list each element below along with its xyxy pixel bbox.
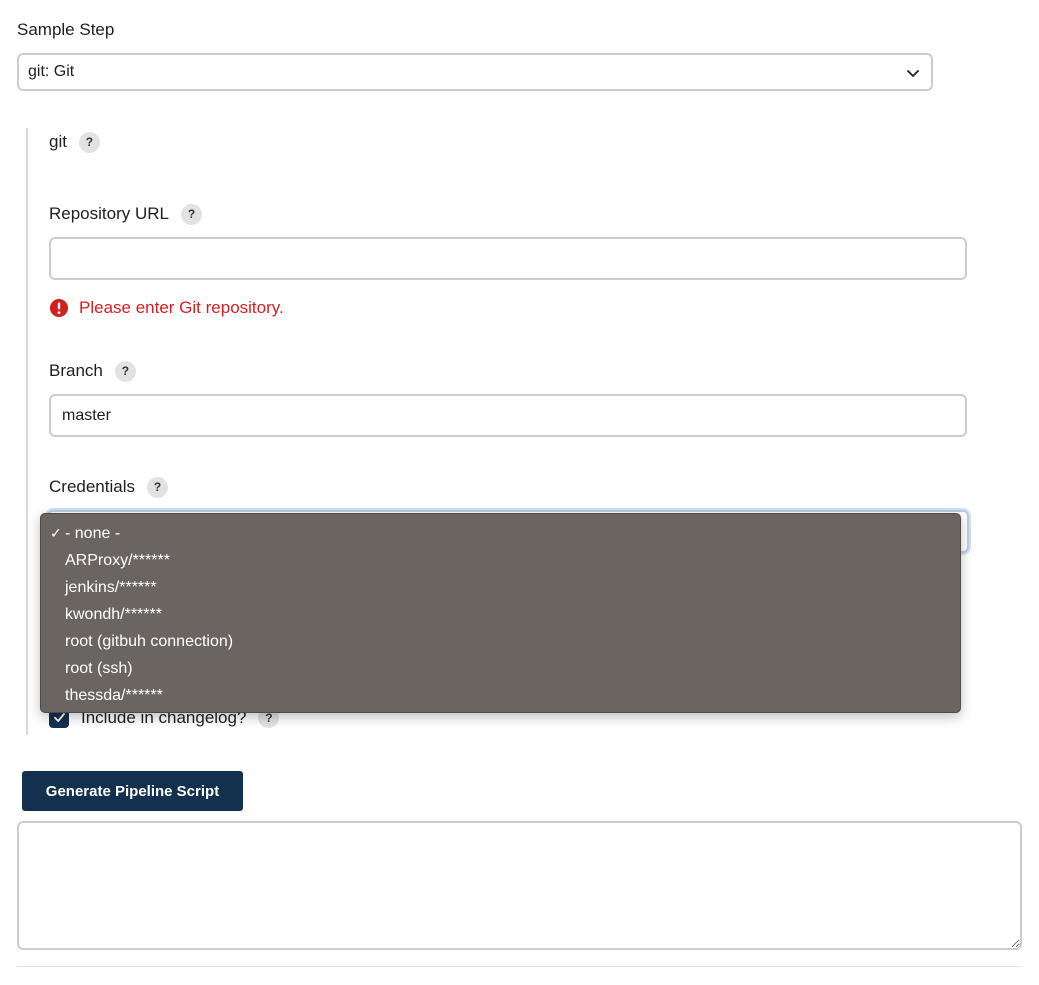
- credentials-label-text: Credentials: [49, 477, 135, 496]
- credentials-option[interactable]: jenkins/******: [41, 574, 960, 601]
- credentials-option-label: - none -: [65, 525, 121, 542]
- section-indent-rule: [26, 128, 28, 735]
- bottom-divider: [17, 966, 1022, 967]
- git-help-icon[interactable]: ?: [78, 131, 100, 153]
- branch-help-icon[interactable]: ?: [114, 360, 136, 382]
- repository-url-label: Repository URL ?: [49, 203, 202, 225]
- repository-url-error: Please enter Git repository.: [49, 298, 284, 318]
- credentials-option-label: root (ssh): [65, 660, 133, 677]
- credentials-dropdown: ✓ - none - ARProxy/****** jenkins/******…: [40, 513, 961, 713]
- credentials-option[interactable]: root (ssh): [41, 655, 960, 682]
- branch-label: Branch ?: [49, 360, 136, 382]
- repository-url-error-text: Please enter Git repository.: [79, 298, 284, 317]
- branch-input[interactable]: [49, 394, 967, 437]
- credentials-option[interactable]: thessda/******: [41, 682, 960, 709]
- credentials-option-label: ARProxy/******: [65, 552, 170, 569]
- git-section-title-text: git: [49, 132, 67, 151]
- sample-step-label-text: Sample Step: [17, 20, 115, 39]
- error-icon: [50, 299, 68, 317]
- repository-url-label-text: Repository URL: [49, 204, 169, 223]
- selected-check-icon: ✓: [50, 525, 62, 541]
- git-section-title: git ?: [49, 131, 100, 153]
- pipeline-script-output[interactable]: [17, 821, 1022, 950]
- credentials-option-label: jenkins/******: [65, 579, 157, 596]
- credentials-label: Credentials ?: [49, 476, 168, 498]
- credentials-option-label: thessda/******: [65, 687, 163, 704]
- repository-url-input[interactable]: [49, 237, 967, 280]
- credentials-option[interactable]: ARProxy/******: [41, 547, 960, 574]
- credentials-option[interactable]: kwondh/******: [41, 601, 960, 628]
- sample-step-label: Sample Step: [17, 19, 114, 41]
- credentials-option[interactable]: ✓ - none -: [41, 520, 960, 547]
- pipeline-syntax-form: Sample Step git: Git git ? Repository UR…: [0, 0, 1039, 985]
- branch-label-text: Branch: [49, 361, 103, 380]
- credentials-help-icon[interactable]: ?: [147, 476, 168, 498]
- chevron-down-icon: [907, 70, 919, 77]
- sample-step-selected-value: git: Git: [28, 63, 75, 80]
- credentials-option-label: root (gitbuh connection): [65, 633, 234, 650]
- repository-url-help-icon[interactable]: ?: [181, 203, 202, 225]
- credentials-option-label: kwondh/******: [65, 606, 162, 623]
- generate-pipeline-script-button[interactable]: Generate Pipeline Script: [22, 771, 243, 811]
- sample-step-select[interactable]: git: Git: [17, 53, 933, 91]
- credentials-option[interactable]: root (gitbuh connection): [41, 628, 960, 655]
